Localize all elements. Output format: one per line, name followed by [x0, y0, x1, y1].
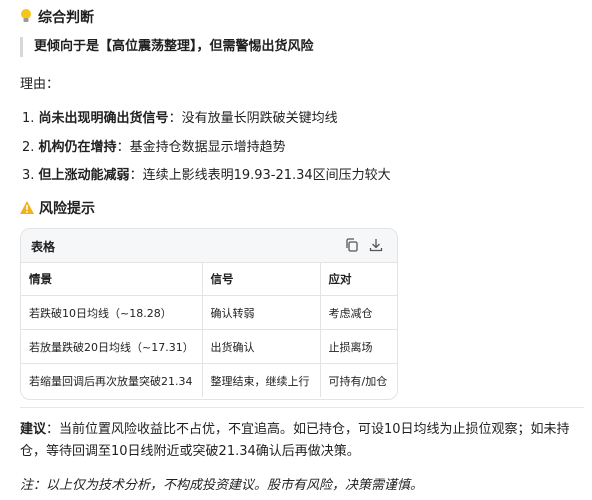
- table-header-bar: 表格: [21, 229, 397, 263]
- reason-text: ：没有放量长阴跌破关键均线: [168, 111, 338, 126]
- reason-bold: 但上涨动能减弱: [38, 168, 130, 183]
- column-header: 信号: [202, 263, 321, 296]
- table-title: 表格: [31, 240, 56, 254]
- reason-item-3: 3. 但上涨动能减弱：连续上影线表明19.93-21.34区间压力较大: [22, 164, 391, 183]
- table-cell: 出货确认: [202, 329, 321, 364]
- verdict-quote: 更倾向于是【高位震荡整理】，但需警惕出货风险: [20, 37, 314, 57]
- section-divider: [20, 407, 584, 408]
- column-header: 情景: [21, 263, 203, 296]
- disclaimer-note: 注：以上仅为技术分析，不构成投资建议。股市有风险，决策需谨慎。: [20, 478, 424, 493]
- table-cell: 确认转弱: [202, 295, 321, 330]
- reasons-label: 理由：: [20, 77, 60, 92]
- advice-label: 建议: [20, 422, 47, 437]
- table-row: 若跌破10日均线（~18.28） 确认转弱 考虑减仓: [21, 295, 397, 330]
- reason-text: ：连续上影线表明19.93-21.34区间压力较大: [129, 168, 391, 183]
- table-cell: 若放量跌破20日均线（~17.31）: [21, 329, 203, 364]
- verdict-title: 综合判断: [38, 10, 94, 26]
- advice-text: ：当前位置风险收益比不占优，不宜追高。如已持仓，可设10日均线为止损位观察；如未…: [20, 422, 570, 459]
- risk-heading: 风险提示: [20, 198, 95, 218]
- column-header: 应对: [320, 263, 397, 296]
- reason-num: 3.: [22, 168, 35, 183]
- risk-table: 情景 信号 应对 若跌破10日均线（~18.28） 确认转弱 考虑减仓 若放量跌…: [21, 263, 397, 397]
- table-cell: 止损离场: [320, 329, 397, 364]
- table-header-row: 情景 信号 应对: [21, 263, 397, 296]
- reason-text: ：基金持仓数据显示增持趋势: [116, 140, 286, 155]
- reason-bold: 尚未出现明确出货信号: [38, 111, 169, 126]
- table-row: 若缩量回调后再次放量突破21.34 整理结束，继续上行 可持有/加仓: [21, 363, 397, 397]
- lightbulb-icon: [20, 8, 32, 28]
- table-row: 若放量跌破20日均线（~17.31） 出货确认 止损离场: [21, 329, 397, 364]
- table-cell: 若跌破10日均线（~18.28）: [21, 295, 203, 330]
- table-cell: 考虑减仓: [320, 295, 397, 330]
- advice-paragraph: 建议：当前位置风险收益比不占优，不宜追高。如已持仓，可设10日均线为止损位观察；…: [20, 419, 584, 463]
- copy-icon[interactable]: [344, 237, 360, 253]
- table-cell: 整理结束，继续上行: [202, 363, 321, 397]
- reason-bold: 机构仍在增持: [38, 140, 117, 155]
- reason-item-2: 2. 机构仍在增持：基金持仓数据显示增持趋势: [22, 136, 286, 155]
- reason-num: 1.: [22, 111, 35, 126]
- download-icon[interactable]: [368, 237, 384, 253]
- risk-table-card: 表格 情景 信号 应对 若跌破10日均线（~18.28） 确认转弱 考虑减仓 若…: [20, 228, 398, 400]
- reason-num: 2.: [22, 140, 35, 155]
- table-cell: 可持有/加仓: [328, 374, 388, 388]
- table-cell: 若缩量回调后再次放量突破21.34: [21, 363, 203, 397]
- risk-title: 风险提示: [39, 201, 95, 217]
- warning-icon: [20, 200, 34, 218]
- reason-item-1: 1. 尚未出现明确出货信号：没有放量长阴跌破关键均线: [22, 107, 338, 126]
- verdict-heading: 综合判断: [20, 7, 94, 28]
